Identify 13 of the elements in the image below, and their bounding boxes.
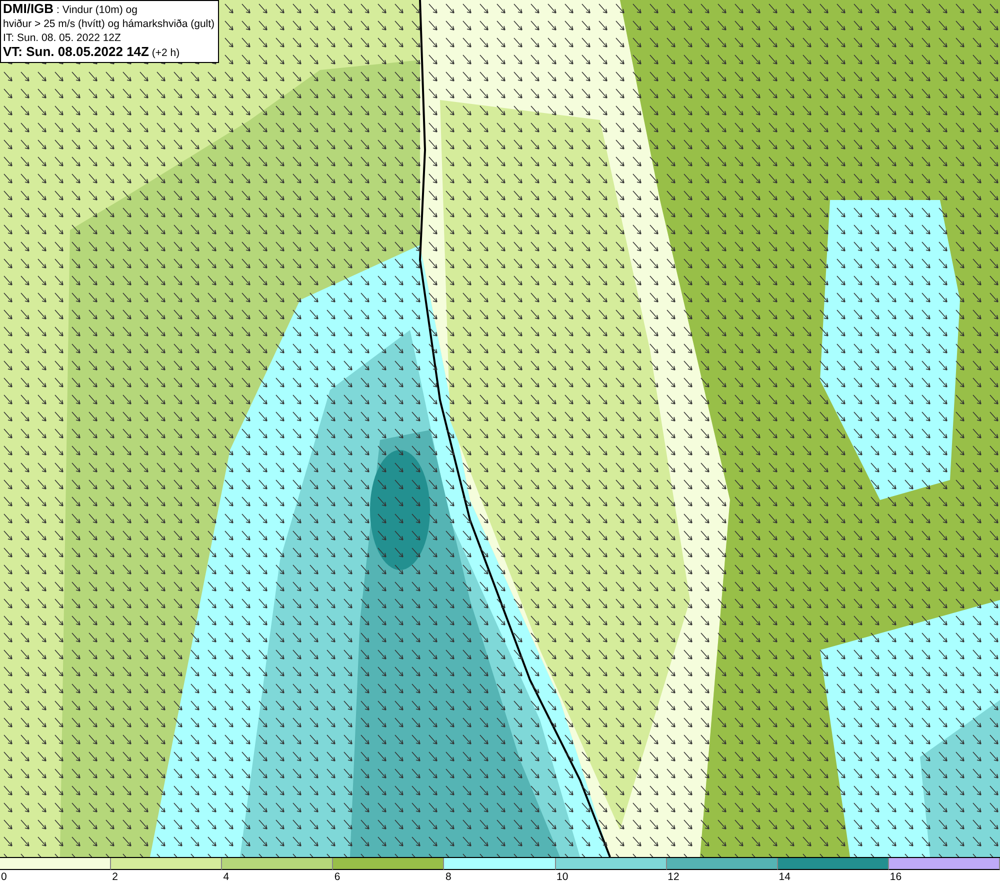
legend-tick-label: 0 [1,870,7,884]
legend-tick-label: 6 [334,870,340,884]
info-text: VT: Sun. 08.05.2022 14Z (+2 h) [3,45,181,60]
legend-tick-label: 14 [778,870,790,884]
info-text: hviður > 25 m/s (hvítt) og hámarkshviða (gult) [3,17,215,31]
legend-tick-label: 4 [223,870,230,884]
legend-tick-label: 10 [556,870,568,884]
legend-tick-label: 2 [112,870,118,884]
info-text: IT: Sun. 08. 05. 2022 12Z [3,31,122,45]
legend-tick-label: 8 [445,870,452,884]
legend-tick-label: 16 [890,870,902,884]
legend-tick-label: 12 [668,870,680,884]
info-text: DMI/IGB : Vindur (10m) og [3,2,138,17]
